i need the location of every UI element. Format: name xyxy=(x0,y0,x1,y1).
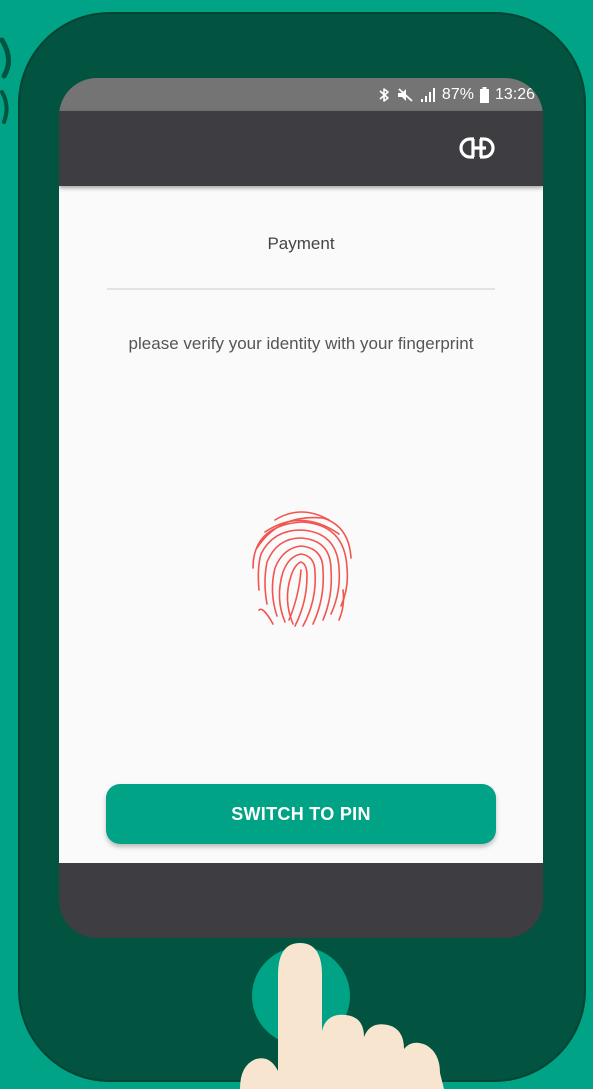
signal-icon xyxy=(420,88,435,102)
link-icon[interactable] xyxy=(459,137,495,159)
phone-screen: 87% 13:26 Payment please verify your ide… xyxy=(59,78,543,938)
mute-icon xyxy=(397,88,413,102)
fingerprint-icon[interactable] xyxy=(245,506,357,628)
status-icons: 87% 13:26 xyxy=(378,85,535,105)
bottom-bar xyxy=(59,863,543,938)
instruction-text: please verify your identity with your fi… xyxy=(128,334,474,353)
battery-percentage: 87% xyxy=(441,86,474,103)
illustration-stage: 87% 13:26 Payment please verify your ide… xyxy=(0,0,593,1089)
payment-content: Payment please verify your identity with… xyxy=(59,186,543,863)
bluetooth-icon xyxy=(379,88,389,102)
app-bar xyxy=(59,111,543,186)
switch-to-pin-button[interactable]: SWITCH TO PIN xyxy=(106,784,496,844)
pointing-hand-icon xyxy=(240,943,444,1089)
page-title: Payment xyxy=(267,234,335,253)
divider xyxy=(107,288,495,290)
battery-icon xyxy=(479,87,489,103)
status-time: 13:26 xyxy=(494,86,535,103)
status-bar: 87% 13:26 xyxy=(59,78,543,111)
